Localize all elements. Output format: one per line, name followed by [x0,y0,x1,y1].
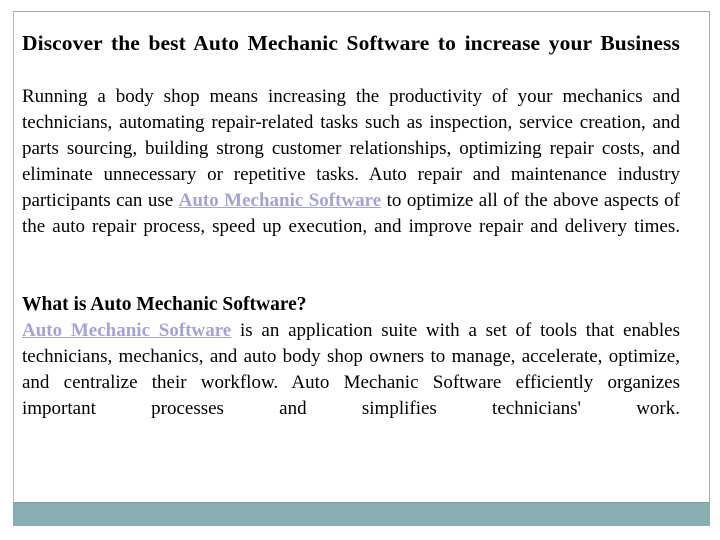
slide-canvas: Discover the best Auto Mechanic Software… [0,0,720,540]
slide-content-body: Discover the best Auto Mechanic Software… [22,30,680,448]
paragraph-definition: Auto Mechanic Software is an application… [22,318,680,448]
footer-accent-bar [13,502,710,526]
slide-title: Discover the best Auto Mechanic Software… [22,31,680,55]
section-heading-what-is: What is Auto Mechanic Software? [22,294,307,315]
paragraph-intro: Running a body shop means increasing the… [22,84,680,266]
auto-mechanic-software-link-2[interactable]: Auto Mechanic Software [22,320,231,341]
auto-mechanic-software-link-1[interactable]: Auto Mechanic Software [179,190,382,211]
